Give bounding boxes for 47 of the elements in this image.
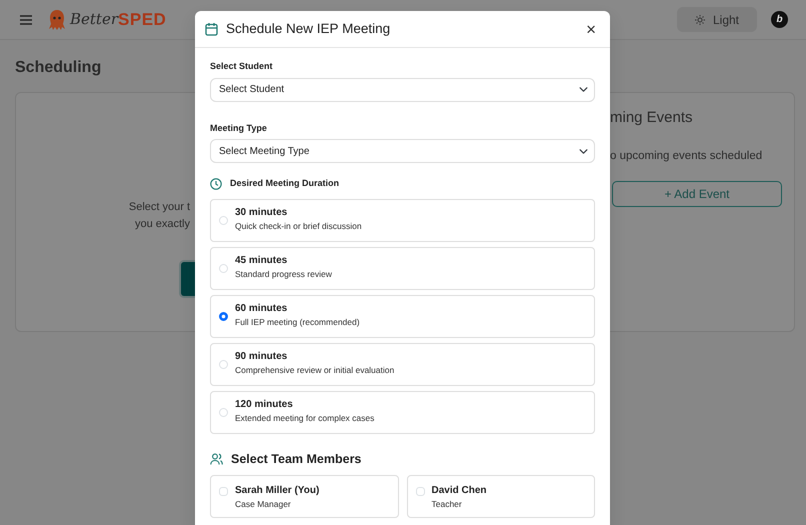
meeting-type-select[interactable]: Select Meeting Type <box>210 139 595 163</box>
option-description: Quick check-in or brief discussion <box>235 221 362 233</box>
logo-text: Better <box>70 9 118 30</box>
member-role: Teacher <box>432 499 463 510</box>
field-label: Desired Meeting Duration <box>230 177 340 190</box>
checkbox[interactable] <box>416 487 424 496</box>
option-title: 45 minutes <box>235 255 288 268</box>
logo-text-bold: SPED <box>118 8 166 31</box>
page-title: Scheduling <box>15 58 102 78</box>
option-description: Extended meeting for complex cases <box>235 413 374 425</box>
radio-button[interactable] <box>219 312 228 320</box>
card-title: ming Events <box>610 109 693 126</box>
option-title: 60 minutes <box>235 303 288 316</box>
duration-option[interactable]: 30 minutes Quick check-in or brief discussion <box>210 198 595 242</box>
duration-option[interactable]: 90 minutes Comprehensive review or initial evaluation <box>210 342 595 386</box>
calendar-icon <box>205 22 218 36</box>
user-avatar[interactable]: b <box>771 11 788 28</box>
people-icon <box>210 452 223 465</box>
intro-text: you exactly <box>134 217 190 232</box>
sun-icon <box>694 14 705 24</box>
member-option[interactable]: Sarah Miller (You) Case Manager <box>210 475 398 518</box>
dark-button[interactable] <box>179 260 196 298</box>
option-title: 120 minutes <box>235 399 294 412</box>
member-name: David Chen <box>432 485 487 498</box>
student-select[interactable]: Select Student <box>210 78 595 102</box>
checkbox[interactable] <box>219 487 228 496</box>
modal-title: Schedule New IEP Meeting <box>226 20 390 38</box>
section-title: Select Team Members <box>231 450 362 468</box>
member-role: Case Manager <box>235 499 292 510</box>
field-label: Meeting Type <box>210 122 268 135</box>
close-button[interactable]: × <box>584 20 598 38</box>
empty-message: o upcoming events scheduled <box>610 150 762 162</box>
clock-icon <box>210 178 222 190</box>
option-title: 90 minutes <box>235 351 288 364</box>
member-name: Sarah Miller (You) <box>235 485 320 498</box>
duration-option[interactable]: 120 minutes Extended meeting for complex cases <box>210 390 595 434</box>
option-description: Standard progress review <box>235 269 332 281</box>
duration-option[interactable]: 45 minutes Standard progress review <box>210 246 595 290</box>
intro-text: Select your t <box>128 200 190 215</box>
octopus-logo-icon <box>48 8 66 30</box>
menu-icon[interactable] <box>20 14 32 24</box>
field-label: Select Student <box>210 60 274 73</box>
option-title: 30 minutes <box>235 207 288 220</box>
member-option[interactable]: David Chen Teacher <box>406 475 595 518</box>
option-description: Comprehensive review or initial evaluation <box>235 365 394 377</box>
option-description: Full IEP meeting (recommended) <box>235 317 360 329</box>
duration-option[interactable]: 60 minutes Full IEP meeting (recommended) <box>210 294 595 338</box>
